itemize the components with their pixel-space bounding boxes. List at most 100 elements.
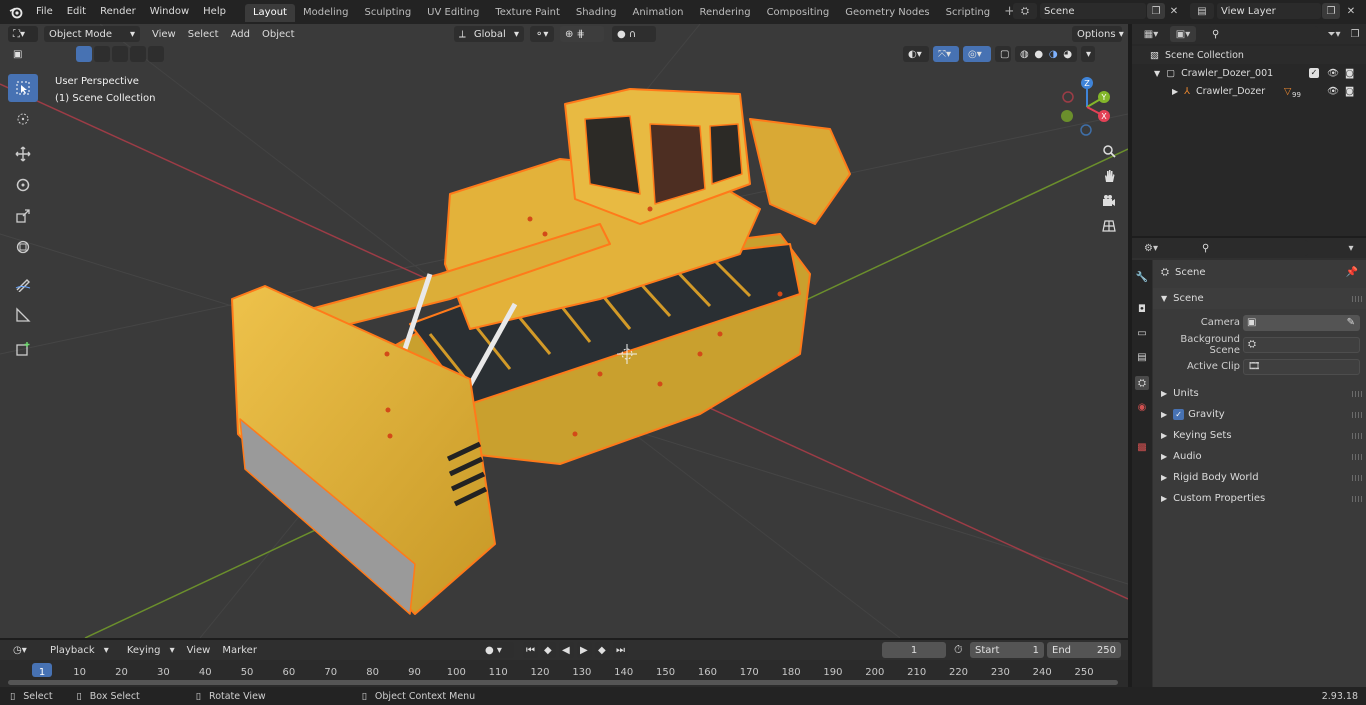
drag-handle-icon[interactable] [1352,495,1362,502]
tab-sculpting[interactable]: Sculpting [356,4,419,22]
select-subtract-icon[interactable] [112,46,128,62]
select-invert-icon[interactable] [130,46,146,62]
properties-editor-icon[interactable]: ⚙▾ [1138,240,1164,256]
pan-view-icon[interactable] [1098,165,1120,187]
exclude-checkbox[interactable]: ✓ [1309,68,1319,78]
outliner-row-crawler-dozer-001[interactable]: ▼ ▢ Crawler_Dozer_001 ✓ 👁 ◙ [1132,64,1366,82]
measure-tool-icon[interactable] [8,301,38,329]
timeline-editor[interactable]: ◷▾ Playback ▾ Keying ▾ View Marker ● ▾ ⏮… [0,640,1128,687]
custom-properties-section[interactable]: ▶ Custom Properties [1153,488,1366,509]
viewport-mode-icon[interactable]: ▣ [8,46,28,62]
drag-handle-icon[interactable] [1352,432,1362,439]
wireframe-shading-icon[interactable]: ◍ [1020,49,1029,60]
drag-handle-icon[interactable] [1352,411,1362,418]
scene-panel-header[interactable]: ▼ Scene [1153,288,1366,309]
gizmo-neg-z-icon[interactable] [1080,124,1092,136]
tab-uv-editing[interactable]: UV Editing [419,4,487,22]
solid-shading-icon[interactable]: ● [1034,49,1043,60]
new-collection-icon[interactable]: ❐ [1346,26,1364,42]
select-new-icon[interactable] [76,46,92,62]
rotate-tool-icon[interactable] [8,171,38,199]
delete-view-layer-icon[interactable]: ✕ [1342,3,1360,19]
gravity-section[interactable]: ▶ ✓ Gravity [1153,404,1366,425]
menu-playback[interactable]: Playback ▾ [38,645,115,656]
gizmo-toggle-icon[interactable]: ⤧▾ [933,46,959,62]
pivot-point-icon[interactable]: ⚬▾ [530,26,554,42]
tool-tab-icon[interactable]: 🔧 [1135,270,1149,284]
menu-window[interactable]: Window [143,1,196,23]
transform-tool-icon[interactable] [8,233,38,261]
view-layer-selector-icon[interactable]: ▤ [1190,3,1214,19]
start-frame-field[interactable]: Start 1 [970,642,1044,658]
mode-dropdown[interactable]: Object Mode ▾ [44,26,140,42]
texture-tab-icon[interactable]: ▩ [1135,440,1149,454]
drag-handle-icon[interactable] [1352,295,1362,302]
scene-selector-icon[interactable]: ⛭ [1013,3,1037,19]
delete-scene-icon[interactable]: ✕ [1165,3,1183,19]
scene-name-field[interactable]: Scene [1040,3,1146,19]
menu-file[interactable]: File [29,1,60,23]
outliner-row-crawler-dozer[interactable]: ▶ ⅄ Crawler_Dozer ▽ 99 👁 ◙ [1132,82,1366,100]
select-box-tool-icon[interactable] [8,74,38,102]
scene-tab-icon[interactable]: ⛭ [1135,376,1149,390]
xray-icon[interactable]: ▢ [995,46,1011,62]
zoom-view-icon[interactable] [1098,140,1120,162]
jump-start-icon[interactable]: ⏮ [523,642,538,658]
tab-geometry-nodes[interactable]: Geometry Nodes [837,4,937,22]
audio-section[interactable]: ▶ Audio [1153,446,1366,467]
timeline-editor-icon[interactable]: ◷▾ [8,642,34,658]
tab-rendering[interactable]: Rendering [691,4,758,22]
play-icon[interactable]: ▶ [577,642,592,658]
blender-logo-icon[interactable] [9,5,23,19]
tab-animation[interactable]: Animation [625,4,692,22]
snap-toggle-icon[interactable]: ⊕ ⋕ [560,26,604,42]
editor-type-icon[interactable]: ⛶▾ [8,26,38,42]
visibility-eye-icon[interactable]: 👁 [1327,86,1339,97]
add-cube-tool-icon[interactable] [8,335,38,363]
menu-view[interactable]: View [181,645,217,656]
render-camera-icon[interactable]: ◙ [1345,68,1354,79]
shading-options-icon[interactable]: ▾ [1081,46,1095,62]
expand-arrow-icon[interactable]: ▶ [1172,87,1178,96]
options-button[interactable]: Options ▾ [1072,26,1124,42]
new-view-layer-icon[interactable]: ❐ [1322,3,1340,19]
overlay-toggle-icon[interactable]: ◎▾ [963,46,991,62]
active-clip-field[interactable]: 🎞 [1243,358,1360,375]
gizmo-neg-x-icon[interactable] [1062,91,1074,103]
tab-texture-paint[interactable]: Texture Paint [487,4,568,22]
menu-add[interactable]: Add [225,29,256,40]
tab-shading[interactable]: Shading [568,4,625,22]
tab-scripting[interactable]: Scripting [938,4,998,22]
auto-keying-icon[interactable]: ● ▾ [480,642,514,658]
navigation-gizmo[interactable]: Z Y X [1056,76,1118,138]
menu-keying[interactable]: Keying ▾ [115,645,181,656]
world-tab-icon[interactable]: ◉ [1135,400,1149,414]
drag-handle-icon[interactable] [1352,474,1362,481]
timeline-scrollbar[interactable] [8,680,1118,685]
background-scene-field[interactable]: ⛭ [1243,336,1360,353]
filter-icon[interactable]: ⏷▾ [1322,26,1346,42]
display-mode-icon[interactable]: ▣▾ [1170,26,1196,42]
proportional-edit-icon[interactable]: ● ∩ [612,26,656,42]
output-tab-icon[interactable]: ▭ [1135,326,1149,340]
annotate-tool-icon[interactable] [8,270,38,298]
drag-handle-icon[interactable] [1352,390,1362,397]
menu-select[interactable]: Select [182,29,225,40]
next-keyframe-icon[interactable]: ◆ [595,642,610,658]
render-camera-icon[interactable]: ◙ [1345,86,1354,97]
tab-modeling[interactable]: Modeling [295,4,357,22]
prev-keyframe-icon[interactable]: ◆ [541,642,556,658]
gizmo-neg-y-icon[interactable] [1061,110,1073,122]
camera-view-icon[interactable] [1098,190,1120,212]
pin-icon[interactable]: 📌 [1346,267,1358,278]
scale-tool-icon[interactable] [8,202,38,230]
perspective-toggle-icon[interactable] [1098,215,1120,237]
view-layer-field[interactable]: View Layer [1217,3,1321,19]
menu-marker[interactable]: Marker [216,645,263,656]
cursor-tool-icon[interactable] [8,105,38,133]
outliner-row-scene-collection[interactable]: ▧ Scene Collection [1132,46,1366,64]
tab-layout[interactable]: Layout [244,4,295,22]
material-shading-icon[interactable]: ◑ [1049,49,1058,60]
visibility-eye-icon[interactable]: 👁 [1327,68,1339,79]
jump-end-icon[interactable]: ⏭ [613,642,628,658]
